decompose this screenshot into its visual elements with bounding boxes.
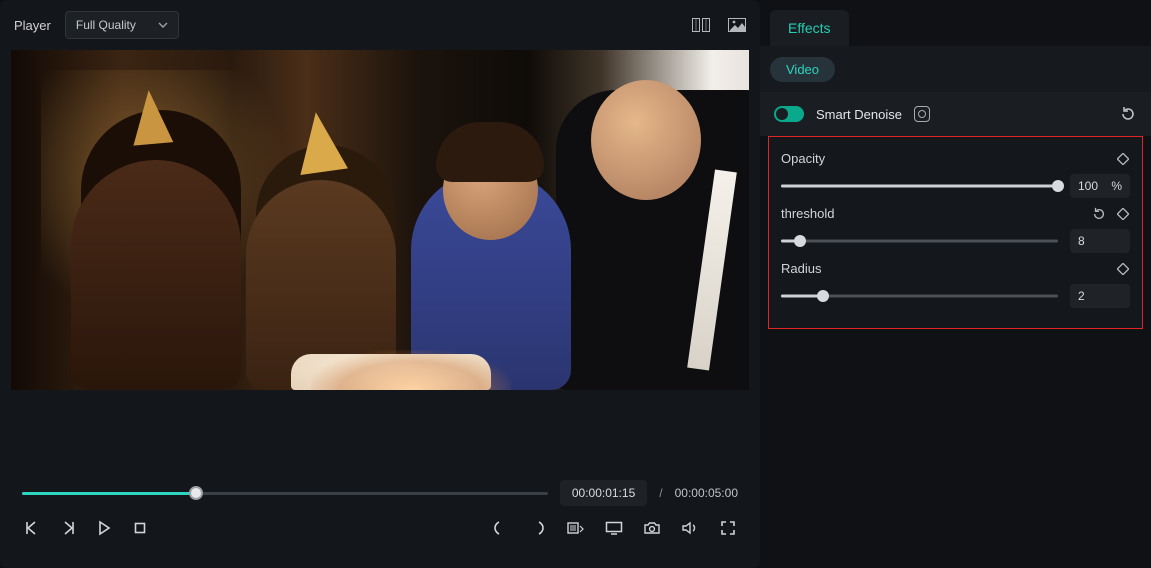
volume-icon[interactable] bbox=[680, 518, 700, 538]
compare-grid-icon[interactable] bbox=[692, 16, 710, 34]
chevron-down-icon bbox=[158, 20, 168, 30]
player-header: Player Full Quality bbox=[0, 0, 760, 50]
reset-threshold-icon[interactable] bbox=[1092, 207, 1106, 221]
markers-menu[interactable] bbox=[566, 518, 586, 538]
param-threshold: threshold 8 bbox=[781, 206, 1130, 253]
time-separator: / bbox=[659, 486, 662, 500]
params-box: Opacity 100 % bbox=[768, 136, 1143, 329]
timeline-scrubber[interactable] bbox=[22, 486, 548, 500]
threshold-value[interactable]: 8 bbox=[1070, 229, 1130, 253]
fullscreen-icon[interactable] bbox=[718, 518, 738, 538]
transport-bar: 00:00:01:15 / 00:00:05:00 bbox=[0, 468, 760, 568]
preset-icon[interactable] bbox=[914, 106, 930, 122]
param-opacity: Opacity 100 % bbox=[781, 151, 1130, 198]
video-preview[interactable] bbox=[11, 50, 749, 390]
keyframe-icon[interactable] bbox=[1116, 207, 1130, 221]
param-radius: Radius 2 bbox=[781, 261, 1130, 308]
effects-panel: Effects Video Smart Denoise Opacity bbox=[760, 0, 1151, 568]
total-duration: 00:00:05:00 bbox=[675, 486, 738, 500]
reset-effect-icon[interactable] bbox=[1119, 105, 1137, 123]
quality-value: Full Quality bbox=[76, 18, 136, 32]
radius-slider[interactable] bbox=[781, 290, 1058, 302]
effect-header: Smart Denoise bbox=[760, 92, 1151, 136]
player-panel: Player Full Quality bbox=[0, 0, 760, 568]
stop-button[interactable] bbox=[130, 518, 150, 538]
radius-value[interactable]: 2 bbox=[1070, 284, 1130, 308]
mark-in-button[interactable] bbox=[490, 518, 510, 538]
subtab-video[interactable]: Video bbox=[770, 57, 835, 82]
current-time[interactable]: 00:00:01:15 bbox=[560, 480, 647, 506]
next-frame-button[interactable] bbox=[58, 518, 78, 538]
effect-toggle[interactable] bbox=[774, 106, 804, 122]
camera-snapshot-icon[interactable] bbox=[642, 518, 662, 538]
keyframe-icon[interactable] bbox=[1116, 262, 1130, 276]
opacity-slider[interactable] bbox=[781, 180, 1058, 192]
mark-out-button[interactable] bbox=[528, 518, 548, 538]
effect-name: Smart Denoise bbox=[816, 107, 902, 122]
keyframe-icon[interactable] bbox=[1116, 152, 1130, 166]
threshold-slider[interactable] bbox=[781, 235, 1058, 247]
opacity-label: Opacity bbox=[781, 151, 1106, 166]
play-button[interactable] bbox=[94, 518, 114, 538]
subtab-row: Video bbox=[760, 46, 1151, 92]
tab-effects[interactable]: Effects bbox=[770, 10, 849, 46]
snapshot-image-icon[interactable] bbox=[728, 16, 746, 34]
prev-frame-button[interactable] bbox=[22, 518, 42, 538]
display-settings-icon[interactable] bbox=[604, 518, 624, 538]
quality-select[interactable]: Full Quality bbox=[65, 11, 179, 39]
threshold-label: threshold bbox=[781, 206, 1082, 221]
opacity-value[interactable]: 100 % bbox=[1070, 174, 1130, 198]
player-label: Player bbox=[14, 18, 51, 33]
radius-label: Radius bbox=[781, 261, 1106, 276]
tabs-bar: Effects bbox=[760, 0, 1151, 46]
